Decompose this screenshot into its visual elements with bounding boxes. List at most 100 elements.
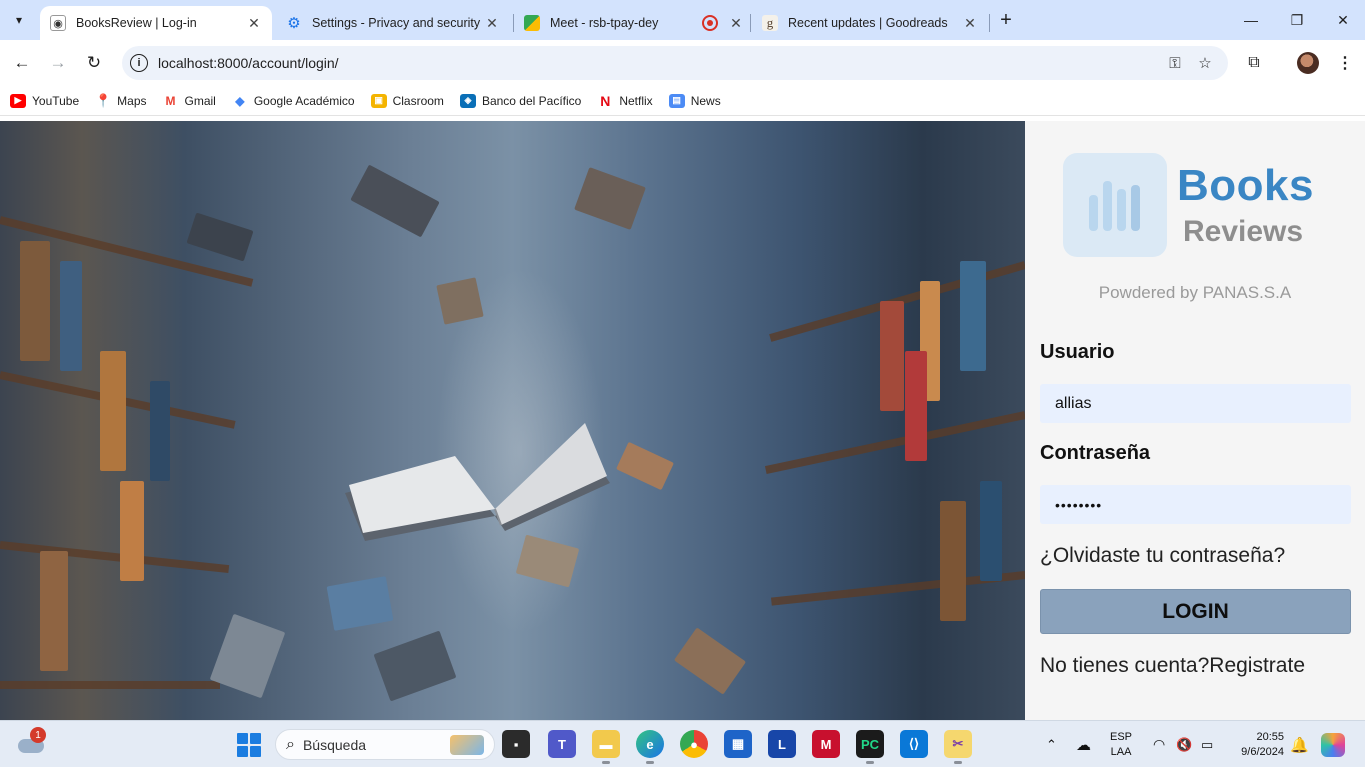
tab-settings[interactable]: ⚙ Settings - Privacy and security ✕ <box>276 6 510 40</box>
netflix-icon: N <box>600 92 611 109</box>
edge-browser-icon[interactable]: e <box>636 730 664 764</box>
start-windows-icon[interactable] <box>237 733 261 757</box>
windows-taskbar: 1 ⌕ Búsqueda ▪ T ▬ e ● ▦ L M PC ⟨⟩ ✂ ⌃ ☁… <box>0 720 1365 767</box>
bookmark-label: Maps <box>117 93 147 108</box>
book-spine <box>940 501 966 621</box>
open-book-illustration <box>345 423 610 541</box>
login-panel: Books Reviews Powdered by PANAS.S.A Usua… <box>1025 121 1365 720</box>
clock-date: 9/6/2024 <box>1241 746 1284 758</box>
close-window-icon[interactable]: ✕ <box>1320 0 1365 40</box>
tab-title: Meet - rsb-tpay-dey <box>550 16 659 30</box>
bookmark-banco-pacifico[interactable]: ◈ Banco del Pacífico <box>459 93 582 108</box>
search-icon: ⌕ <box>286 735 295 753</box>
url-text[interactable]: localhost:8000/account/login/ <box>158 55 1160 71</box>
gmail-icon: M <box>165 93 176 108</box>
bookmark-label: Google Académico <box>253 93 355 108</box>
extensions-puzzle-icon[interactable]: ⧉ <box>1241 50 1267 76</box>
record-icon <box>702 15 718 31</box>
logo-title: Books <box>1177 161 1314 210</box>
flying-book <box>673 627 747 695</box>
reload-icon[interactable]: ↻ <box>81 50 107 76</box>
bank-icon: ◈ <box>459 93 476 108</box>
password-key-icon[interactable]: ⚿ <box>1160 48 1190 78</box>
flying-book <box>373 630 457 702</box>
teams-icon[interactable]: T <box>548 730 576 758</box>
address-bar[interactable]: i localhost:8000/account/login/ ⚿ ☆ <box>122 46 1228 80</box>
search-placeholder: Búsqueda <box>302 736 367 753</box>
vscode-icon[interactable]: ⟨⟩ <box>900 730 928 758</box>
powered-by-text: Powdered by PANAS.S.A <box>1098 283 1292 302</box>
tab-search-chevron-icon[interactable]: ▾ <box>6 8 32 32</box>
language-code: ESP <box>1110 731 1133 743</box>
book-spine <box>905 351 927 461</box>
battery-icon[interactable]: ▭ <box>1201 721 1213 768</box>
copilot-icon[interactable] <box>1321 721 1345 768</box>
wifi-icon[interactable]: ◠ <box>1153 721 1165 768</box>
bookshelf <box>0 681 220 689</box>
task-view-icon[interactable]: ▪ <box>502 730 530 758</box>
clock[interactable]: 20:55 9/6/2024 <box>1226 730 1284 760</box>
tab-meet[interactable]: Meet - rsb-tpay-dey <box>514 6 692 40</box>
news-icon: ▤ <box>668 93 685 108</box>
logo-subtitle: Reviews <box>1183 215 1304 248</box>
new-tab-plus-icon[interactable]: + <box>994 8 1018 32</box>
menu-kebab-icon[interactable]: ⋮ <box>1332 50 1358 76</box>
restore-icon[interactable]: ❐ <box>1274 0 1320 40</box>
mcafee-shield-icon[interactable]: M <box>812 730 840 758</box>
book-spine <box>20 241 50 361</box>
login-button[interactable]: LOGIN <box>1040 589 1351 634</box>
bookmark-label: News <box>690 93 721 108</box>
language-indicator[interactable]: ESP LAA <box>1110 730 1132 760</box>
profile-avatar[interactable] <box>1297 52 1319 74</box>
close-tab-icon[interactable]: ✕ <box>962 15 978 32</box>
bookmark-label: Netflix <box>619 93 653 108</box>
taskbar-search-box[interactable]: ⌕ Búsqueda <box>275 729 495 760</box>
tab-recording[interactable]: ✕ <box>692 6 748 40</box>
forward-arrow-icon[interactable]: → <box>45 50 71 76</box>
bookmark-star-icon[interactable]: ☆ <box>1190 48 1220 78</box>
tab-title: Recent updates | Goodreads <box>788 16 948 30</box>
close-tab-icon[interactable]: ✕ <box>484 15 500 32</box>
bookmark-label: Banco del Pacífico <box>481 93 582 108</box>
tab-booksreview[interactable]: ◉ BooksReview | Log-in ✕ <box>40 6 272 40</box>
gear-icon: ⚙ <box>287 15 301 32</box>
bookshelf <box>764 411 1025 475</box>
pycharm-icon[interactable]: PC <box>856 730 884 764</box>
bookmark-news[interactable]: ▤ News <box>668 93 721 108</box>
bookmark-netflix[interactable]: N Netflix <box>597 92 653 109</box>
flying-book <box>515 534 580 588</box>
keyboard-layout: LAA <box>1110 746 1132 758</box>
weather-widget[interactable]: 1 <box>18 727 46 757</box>
flying-book <box>574 167 646 230</box>
back-arrow-icon[interactable]: ← <box>9 50 35 76</box>
flying-book <box>350 164 440 238</box>
site-info-icon[interactable]: i <box>130 54 148 72</box>
close-tab-icon[interactable]: ✕ <box>728 15 744 32</box>
show-hidden-icons-chevron-icon[interactable]: ⌃ <box>1046 721 1057 768</box>
bookmark-classroom[interactable]: ▣ Clasroom <box>370 93 444 108</box>
close-tab-icon[interactable]: ✕ <box>246 15 262 32</box>
chrome-icon[interactable]: ● <box>680 730 708 758</box>
tab-separator <box>989 14 990 32</box>
notification-bell-icon[interactable]: 🔔 <box>1290 721 1309 768</box>
microsoft-store-icon[interactable]: ▦ <box>724 730 752 758</box>
book-spine <box>60 261 82 371</box>
minimize-icon[interactable]: — <box>1228 0 1274 40</box>
tab-goodreads[interactable]: g Recent updates | Goodreads ✕ <box>752 6 988 40</box>
browser-toolbar: ← → ↻ i localhost:8000/account/login/ ⚿ … <box>0 40 1365 86</box>
register-link[interactable]: No tienes cuenta?Registrate <box>1040 654 1305 678</box>
bookmark-google-academico[interactable]: ◆ Google Académico <box>232 93 355 108</box>
bookmark-youtube[interactable]: ▶ YouTube <box>10 93 80 108</box>
snipping-tool-icon[interactable]: ✂ <box>944 730 972 764</box>
username-input[interactable]: allias <box>1040 384 1351 423</box>
book-spine <box>120 481 144 581</box>
forgot-password-link[interactable]: ¿Olvidaste tu contraseña? <box>1040 544 1285 568</box>
volume-muted-icon[interactable]: 🔇 <box>1176 721 1192 768</box>
bookmark-maps[interactable]: 📍 Maps <box>95 93 147 108</box>
bookmark-gmail[interactable]: M Gmail <box>163 94 216 108</box>
l-app-icon[interactable]: L <box>768 730 796 758</box>
password-input[interactable]: •••••••• <box>1040 485 1351 524</box>
bookmark-label: YouTube <box>32 93 80 108</box>
onedrive-cloud-icon[interactable]: ☁ <box>1076 721 1091 768</box>
file-explorer-icon[interactable]: ▬ <box>592 730 620 764</box>
